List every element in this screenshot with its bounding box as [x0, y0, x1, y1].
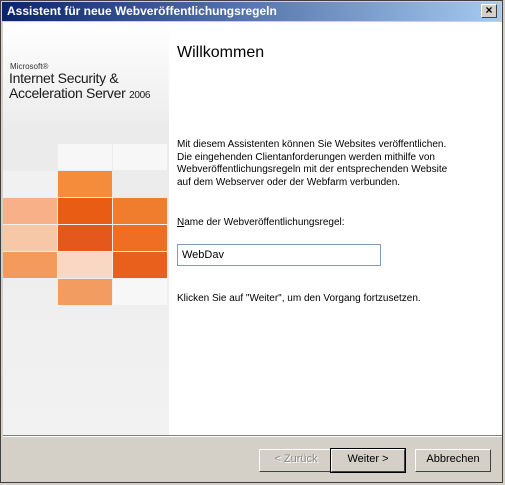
- banner-tile: [113, 144, 167, 170]
- wizard-window: Assistent für neue Webveröffentlichungsr…: [0, 0, 503, 483]
- wizard-description: Mit diesem Assistenten können Sie Websit…: [177, 139, 448, 188]
- next-button[interactable]: Weiter >: [330, 448, 406, 473]
- banner-tile: [58, 144, 112, 170]
- rule-name-label: Name der Webveröffentlichungsregel:: [177, 217, 345, 228]
- banner-tile: [3, 171, 57, 197]
- continue-hint: Klicken Sie auf "Weiter", um den Vorgang…: [177, 293, 421, 304]
- close-icon: ×: [485, 3, 493, 17]
- banner-tile: [113, 225, 167, 251]
- wizard-body: Microsoft® Internet Security & Accelerat…: [3, 22, 502, 435]
- cancel-button[interactable]: Abbrechen: [415, 449, 491, 472]
- rule-name-input[interactable]: [177, 244, 381, 266]
- button-separator: [3, 435, 502, 437]
- window-title: Assistent für neue Webveröffentlichungsr…: [7, 4, 277, 18]
- banner-tile: [113, 279, 167, 305]
- banner-tile: [3, 144, 57, 170]
- page-title: Willkommen: [177, 44, 265, 61]
- banner-tile: [58, 225, 112, 251]
- banner-tile: [58, 198, 112, 224]
- title-bar[interactable]: Assistent für neue Webveröffentlichungsr…: [2, 2, 501, 21]
- product-name-line1: Internet Security &: [9, 70, 119, 86]
- rule-name-label-text: ame der Webveröffentlichungsregel:: [184, 217, 345, 228]
- banner-tile: [3, 252, 57, 278]
- banner-tile: [3, 225, 57, 251]
- banner-tile: [58, 279, 112, 305]
- product-name-line2-text: Acceleration Server: [9, 85, 126, 101]
- close-button[interactable]: ×: [481, 4, 497, 18]
- back-button[interactable]: < Zurück: [259, 449, 333, 472]
- cancel-button-label: Abbrechen: [426, 453, 480, 465]
- banner-tile: [113, 198, 167, 224]
- back-button-label: < Zurück: [274, 453, 318, 465]
- product-name-line2: Acceleration Server 2006: [9, 85, 150, 101]
- next-button-label: Weiter >: [347, 453, 389, 465]
- banner-tile: [3, 198, 57, 224]
- banner-tile: [58, 252, 112, 278]
- welcome-panel: Willkommen Mit diesem Assistenten können…: [177, 22, 497, 435]
- product-year: 2006: [129, 90, 151, 101]
- banner-tile: [58, 171, 112, 197]
- banner-tile: [113, 252, 167, 278]
- product-banner: Microsoft® Internet Security & Accelerat…: [3, 22, 169, 435]
